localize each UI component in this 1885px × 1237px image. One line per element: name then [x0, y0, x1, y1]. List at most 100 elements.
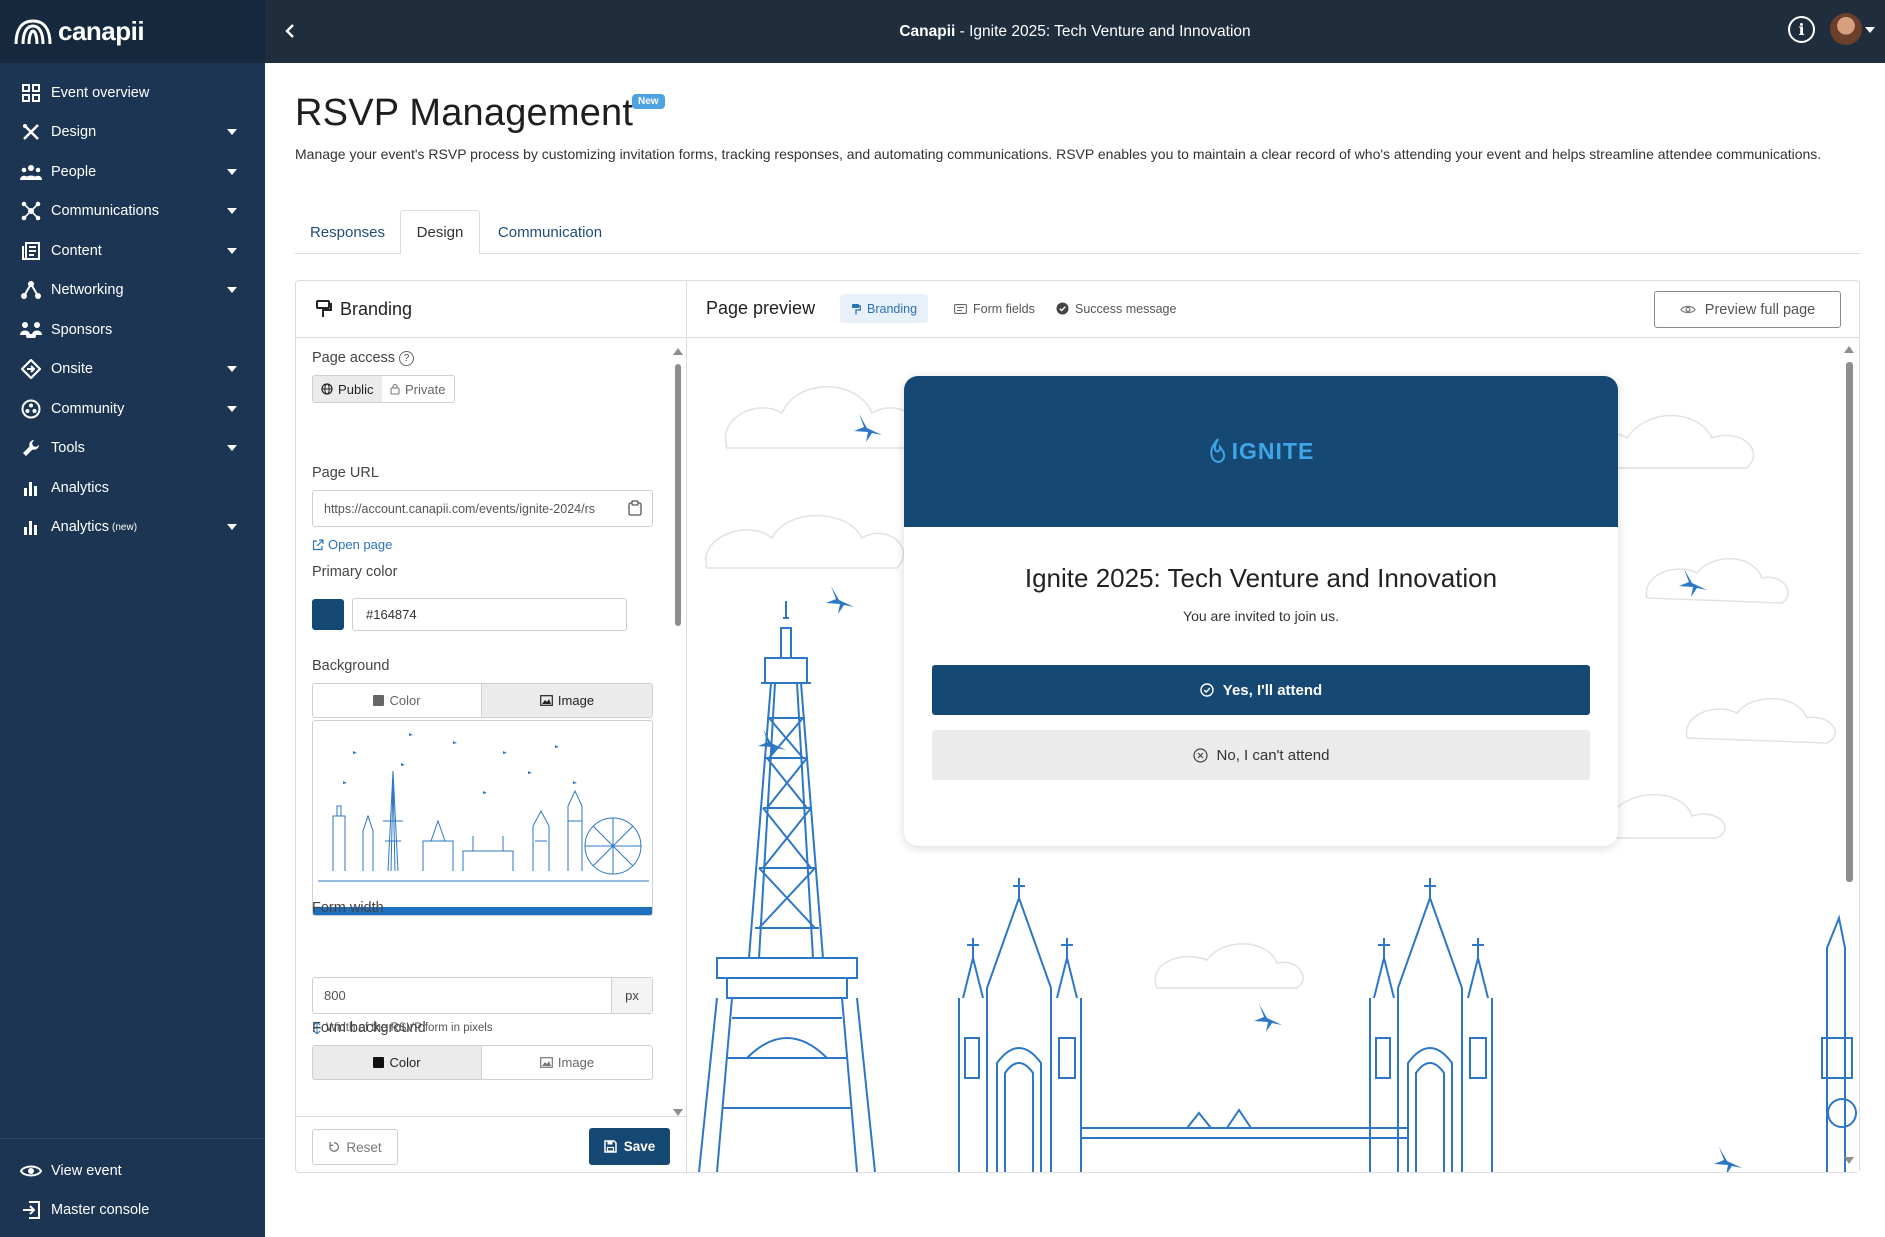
sidebar-bottom-master-console[interactable]: Master console — [0, 1190, 265, 1229]
networking-icon — [20, 279, 42, 301]
check-circle-outline-icon — [1200, 683, 1214, 697]
sidebar-item-event-overview[interactable]: Event overview — [0, 73, 265, 113]
preview-scrollbar[interactable] — [1844, 346, 1854, 1164]
caret-down-icon — [227, 247, 237, 254]
primary-color-swatch[interactable] — [312, 599, 344, 630]
logo-text: canapii — [58, 16, 145, 46]
form-width-unit: px — [611, 978, 652, 1013]
sidebar-item-label: People — [51, 163, 97, 180]
floppy-disk-icon — [603, 1140, 617, 1153]
sidebar-item-label: Sponsors — [51, 321, 113, 338]
sidebar-item-analytics[interactable]: Analytics — [0, 468, 265, 508]
external-link-icon — [312, 538, 324, 550]
help-icon[interactable]: ? — [399, 350, 415, 366]
info-icon[interactable]: i — [1788, 16, 1815, 43]
preview-pill-branding[interactable]: Branding — [840, 294, 929, 323]
back-button[interactable] — [279, 20, 301, 42]
public-label: Public — [338, 381, 374, 397]
save-button[interactable]: Save — [589, 1128, 670, 1165]
clipboard-icon[interactable] — [628, 500, 642, 516]
page-title: RSVP Management — [295, 92, 634, 134]
reset-button[interactable]: Reset — [312, 1129, 398, 1165]
grid-icon — [20, 82, 42, 104]
sidebar-item-people[interactable]: People — [0, 152, 265, 192]
sidebar-item-onsite[interactable]: Onsite — [0, 350, 265, 390]
tab-responses[interactable]: Responses — [295, 210, 400, 255]
sidebar-item-analytics-new[interactable]: Analytics (new) — [0, 508, 265, 548]
scroll-up-icon[interactable] — [673, 348, 683, 355]
scroll-down-icon[interactable] — [1844, 1157, 1854, 1164]
preview-full-page-button[interactable]: Preview full page — [1654, 291, 1841, 328]
ignite-flame-icon — [1209, 437, 1225, 463]
page-access-public[interactable]: Public — [313, 376, 382, 402]
background-color-label: Color — [389, 693, 421, 708]
preview-panel: Page preview Branding Form fields Succes… — [687, 281, 1859, 1172]
tab-design[interactable]: Design — [400, 210, 480, 255]
sidebar-bottom-view-event[interactable]: View event — [0, 1151, 265, 1190]
sidebar-item-label: Analytics — [51, 519, 110, 536]
content-icon — [20, 240, 42, 262]
image-icon — [540, 695, 553, 706]
form-width-input[interactable]: 800 px — [312, 977, 653, 1014]
sidebar-item-community[interactable]: Community — [0, 389, 265, 429]
preview-pill-form-fields-label: Form fields — [973, 301, 1035, 316]
sidebar-item-label: View event — [51, 1162, 122, 1179]
form-event-title: Ignite 2025: Tech Venture and Innovation — [1024, 563, 1498, 593]
bar-chart-icon — [20, 516, 42, 538]
tab-communication[interactable]: Communication — [480, 210, 620, 255]
form-background-color-label: Color — [389, 1055, 421, 1070]
top-title: Canapii - Ignite 2025: Tech Venture and … — [265, 23, 1885, 41]
background-image-thumbnail[interactable] — [312, 720, 653, 916]
scroll-thumb[interactable] — [675, 364, 681, 626]
canapii-logo-icon — [14, 18, 52, 44]
globe-icon — [321, 383, 333, 395]
form-background-color-option[interactable]: Color — [313, 1046, 482, 1079]
reset-icon — [329, 1142, 340, 1152]
wrench-icon — [20, 437, 42, 459]
check-circle-icon — [1056, 302, 1069, 315]
background-image-option[interactable]: Image — [482, 684, 652, 717]
square-icon — [373, 1057, 385, 1068]
page-url-input[interactable]: https://account.canapii.com/events/ignit… — [312, 490, 653, 527]
sidebar-item-networking[interactable]: Networking — [0, 271, 265, 311]
open-page-link[interactable]: Open page — [312, 537, 392, 552]
form-background-toggle: Color Image — [312, 1045, 653, 1080]
preview-title: Page preview — [706, 298, 816, 318]
scroll-thumb[interactable] — [1846, 362, 1853, 882]
preview-pill-success-message[interactable]: Success message — [1045, 294, 1187, 323]
sidebar-item-label: Communications — [51, 203, 159, 220]
sidebar-item-superscript: (new) — [112, 521, 138, 533]
background-color-option[interactable]: Color — [313, 684, 482, 717]
sidebar-item-content[interactable]: Content — [0, 231, 265, 271]
top-title-brand: Canapii — [899, 22, 956, 40]
branding-title: Branding — [340, 298, 413, 319]
eye-icon — [1680, 305, 1696, 314]
sidebar-item-tools[interactable]: Tools — [0, 429, 265, 469]
avatar[interactable] — [1830, 13, 1862, 45]
branding-panel: Branding Page access? Public Private Pag… — [296, 281, 687, 1172]
attend-no-button[interactable]: No, I can't attend — [932, 730, 1590, 780]
primary-color-input[interactable]: #164874 — [352, 598, 627, 631]
branding-scrollbar[interactable] — [673, 348, 683, 1116]
form-background-image-label: Image — [557, 1055, 595, 1070]
scroll-up-icon[interactable] — [1844, 346, 1854, 353]
attend-yes-button[interactable]: Yes, I'll attend — [932, 665, 1590, 715]
sidebar-item-communications[interactable]: Communications — [0, 192, 265, 232]
caret-down-icon — [227, 366, 237, 373]
caret-down-icon — [227, 445, 237, 452]
form-background-image-option[interactable]: Image — [482, 1046, 652, 1079]
tab-bar: Responses Design Communication — [295, 210, 1860, 255]
paint-roller-icon — [316, 300, 332, 317]
canapii-logo[interactable]: canapii — [0, 0, 265, 63]
square-icon — [373, 695, 385, 706]
scroll-down-icon[interactable] — [673, 1109, 683, 1116]
page-access-private[interactable]: Private — [382, 376, 454, 402]
sidebar-item-sponsors[interactable]: Sponsors — [0, 310, 265, 350]
attend-yes-label: Yes, I'll attend — [1222, 681, 1323, 699]
sidebar-item-label: Analytics — [51, 479, 110, 496]
x-circle-icon — [1192, 747, 1208, 763]
preview-pill-form-fields[interactable]: Form fields — [943, 294, 1046, 323]
avatar-caret-icon[interactable] — [1865, 27, 1875, 33]
sidebar-item-design[interactable]: Design — [0, 113, 265, 153]
eye-icon — [20, 1160, 42, 1182]
